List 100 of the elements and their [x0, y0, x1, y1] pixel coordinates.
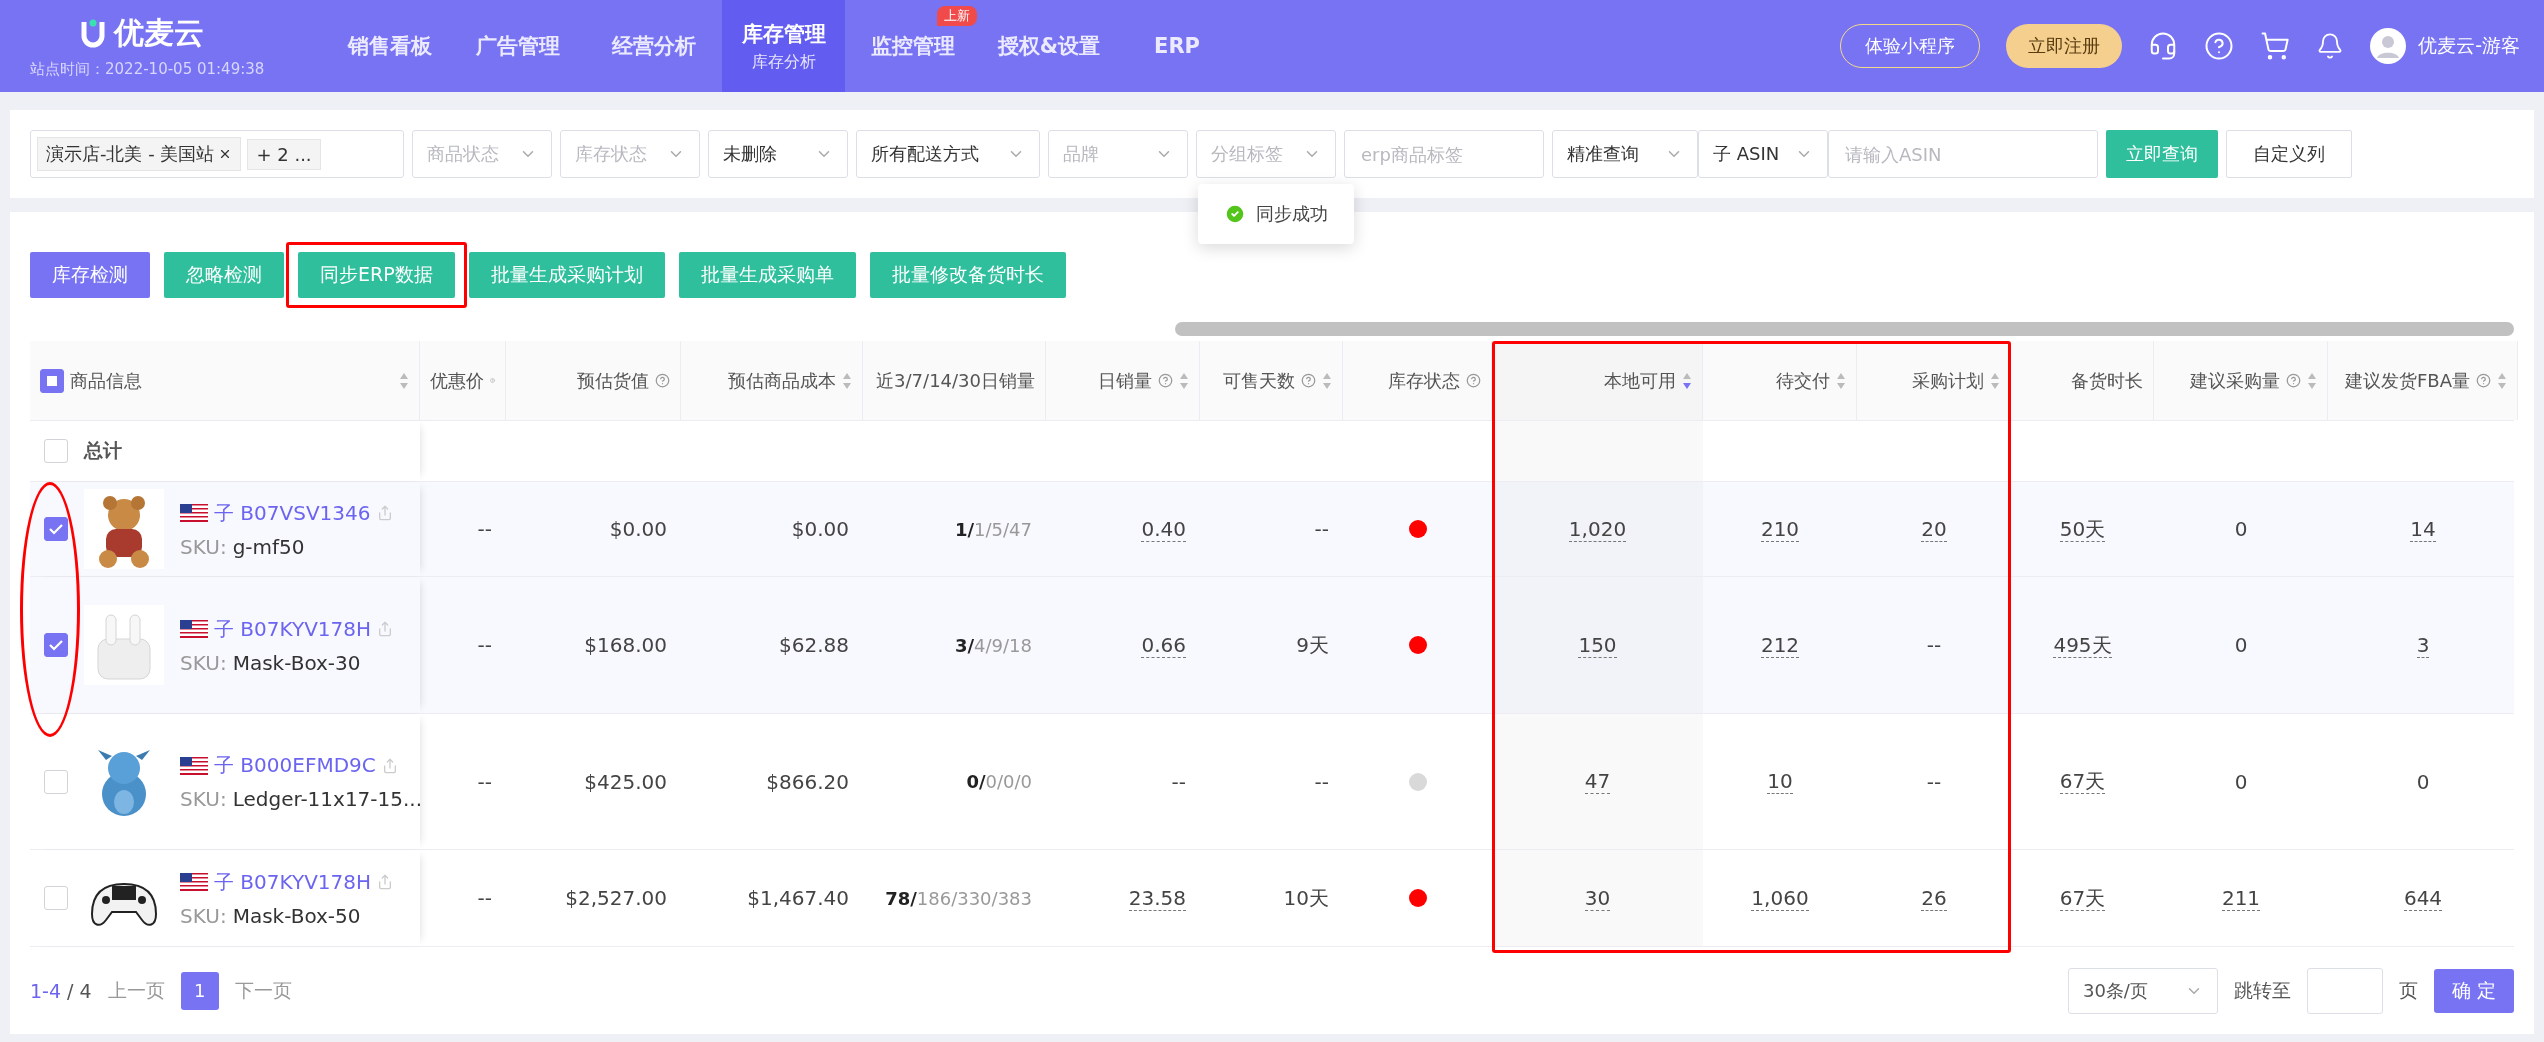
sort-icon[interactable]: [1322, 371, 1332, 390]
table-cell: 47: [1584, 769, 1611, 795]
nav-tab[interactable]: 经营分析: [586, 0, 722, 92]
help-icon[interactable]: [1466, 373, 1481, 389]
select-all-checkbox[interactable]: [40, 368, 64, 393]
share-icon[interactable]: [377, 874, 394, 891]
checkbox[interactable]: [44, 439, 68, 464]
next-page-link[interactable]: 下一页: [234, 977, 292, 1004]
sort-icon[interactable]: [1682, 371, 1692, 390]
action-button[interactable]: 批量修改备货时长: [869, 252, 1066, 298]
user-name[interactable]: 优麦云-游客: [2418, 33, 2520, 59]
sort-icon[interactable]: [2307, 371, 2317, 390]
filter-select[interactable]: 未删除: [708, 130, 848, 178]
column-header: 本地可用: [1492, 341, 1703, 421]
table-cell: 67天: [2059, 769, 2106, 795]
table-cell: 0.66: [1141, 632, 1186, 658]
page-input[interactable]: [2306, 967, 2383, 1014]
share-icon[interactable]: [376, 505, 393, 522]
tag-input[interactable]: erp商品标签: [1344, 130, 1544, 178]
sort-icon[interactable]: [2497, 371, 2507, 390]
table-cell: $168.00: [584, 633, 667, 658]
prev-page-link[interactable]: 上一页: [107, 977, 165, 1004]
table-cell: 10天: [1283, 886, 1329, 911]
table-cell: 0.40: [1141, 516, 1186, 542]
asin-link[interactable]: 子 B07KYV178H: [214, 615, 372, 643]
asin-link[interactable]: 子 B07KYV178H: [214, 868, 372, 896]
custom-columns-button[interactable]: 自定义列: [2226, 130, 2352, 178]
help-icon[interactable]: [1158, 373, 1173, 389]
action-button[interactable]: 同步ERP数据: [298, 252, 455, 298]
sales-figures: 1/1/5/47: [954, 518, 1032, 540]
register-button[interactable]: 立即注册: [2006, 24, 2123, 68]
action-button[interactable]: 库存检测: [30, 252, 150, 298]
check-icon: [49, 523, 63, 536]
asin-link[interactable]: 子 B000EFMD9C: [214, 752, 376, 780]
asin-type-select[interactable]: 子 ASIN: [1698, 130, 1828, 178]
filter-select[interactable]: 所有配送方式: [856, 130, 1040, 178]
filter-select[interactable]: 库存状态: [560, 130, 700, 178]
table-cell: 30: [1584, 885, 1611, 911]
action-button[interactable]: 批量生成采购计划: [468, 252, 665, 298]
store-tag: 演示店-北美 - 美国站: [37, 137, 242, 171]
store-select[interactable]: 演示店-北美 - 美国站 + 2 ...: [30, 130, 404, 178]
help-icon[interactable]: [655, 373, 670, 389]
action-button[interactable]: 批量生成采购单: [678, 252, 856, 298]
row-checkbox[interactable]: [44, 633, 68, 658]
nav-tab[interactable]: 广告管理: [450, 0, 586, 92]
table-cell: 0: [2234, 769, 2248, 794]
table-cell: $62.88: [779, 633, 849, 658]
scrollbar-thumb[interactable]: [1175, 322, 2514, 336]
confirm-button[interactable]: 确 定: [2433, 968, 2514, 1013]
logo-text: 优麦云: [114, 14, 204, 52]
table-cell: 1,060: [1751, 885, 1809, 911]
mode-select[interactable]: 精准查询: [1552, 130, 1698, 178]
nav-tab[interactable]: 授权&设置: [981, 0, 1117, 92]
sort-icon[interactable]: [842, 371, 852, 390]
share-icon[interactable]: [377, 621, 394, 638]
table-cell: 212: [1760, 632, 1800, 658]
table-cell: 0: [2234, 633, 2248, 658]
page-unit: 页: [2398, 977, 2418, 1003]
asin-input[interactable]: 请输入ASIN: [1828, 130, 2098, 178]
cart-icon[interactable]: [2260, 31, 2291, 61]
table-cell: 23.58: [1128, 885, 1186, 911]
filter-select[interactable]: 品牌: [1048, 130, 1188, 178]
sku-text: SKU: g-mf50: [180, 534, 306, 559]
table-cell: 0: [2416, 769, 2430, 794]
nav-tab[interactable]: 库存管理 库存分析: [722, 0, 845, 92]
query-button[interactable]: 立即查询: [2106, 130, 2218, 178]
sku-text: SKU: Mask-Box-30: [180, 650, 362, 675]
help-icon[interactable]: [2204, 31, 2235, 61]
table-cell: $2,527.00: [565, 886, 667, 911]
sort-icon[interactable]: [399, 371, 409, 390]
action-button[interactable]: 忽略检测: [164, 252, 284, 298]
help-icon[interactable]: [2286, 373, 2301, 389]
row-checkbox[interactable]: [44, 517, 68, 542]
help-icon[interactable]: [2476, 373, 2491, 389]
table-cell: 210: [1760, 516, 1800, 542]
page-size-select[interactable]: 30条/页: [2067, 967, 2218, 1014]
table-cell: 495天: [2053, 632, 2112, 658]
page-button[interactable]: 1: [180, 971, 219, 1010]
table-cell: --: [477, 633, 492, 658]
share-icon[interactable]: [381, 757, 398, 774]
filter-select[interactable]: 分组标签: [1196, 130, 1336, 178]
table-cell: 9天: [1296, 633, 1329, 658]
flag-icon: [180, 504, 208, 523]
table-cell: 0: [2234, 517, 2248, 542]
filter-select[interactable]: 商品状态: [412, 130, 552, 178]
sort-icon[interactable]: [1990, 371, 2000, 390]
table-cell: 3: [2416, 632, 2430, 658]
nav-tab[interactable]: 销售看板: [330, 0, 450, 92]
flag-icon: [180, 756, 208, 775]
avatar-icon[interactable]: [2370, 28, 2407, 64]
table-cell: 50天: [2059, 516, 2106, 542]
sku-text: SKU: Mask-Box-50: [180, 903, 362, 928]
table-cell: $1,467.40: [747, 886, 849, 911]
sort-icon[interactable]: [1179, 371, 1189, 390]
nav-tab[interactable]: 上新 监控管理: [845, 0, 981, 92]
table-cell: $425.00: [584, 769, 667, 794]
help-icon[interactable]: [1301, 373, 1316, 389]
sort-icon[interactable]: [1836, 371, 1846, 390]
nav-tab[interactable]: ERP: [1117, 0, 1237, 92]
asin-link[interactable]: 子 B07VSV1346: [214, 499, 371, 527]
